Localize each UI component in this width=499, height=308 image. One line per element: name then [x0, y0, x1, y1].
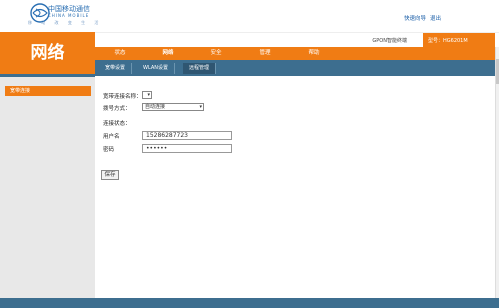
top-header: 中国移动通信 CHINA MOBILE 移 动 改 变 生 活 快速向导 退出: [0, 0, 499, 32]
conn-status-label: 连接状态：: [103, 121, 131, 127]
username-label: 用户名: [103, 134, 120, 140]
device-type-label: GPON智能终端: [372, 38, 407, 44]
save-button[interactable]: 保存: [101, 170, 119, 180]
top-links: 快速向导 退出: [400, 14, 441, 22]
chevron-down-icon: ▾: [147, 92, 150, 98]
sidebar: 宽带连接: [0, 77, 95, 298]
password-label: 密码: [103, 147, 115, 153]
main-nav: 状态 网络 安全 管理 帮助: [95, 47, 495, 60]
brand-sub: CHINA MOBILE: [48, 13, 90, 18]
brand-slogan: 移 动 改 变 生 活: [28, 20, 103, 25]
dial-mode-value: 自动连接: [145, 104, 166, 110]
content-panel: 宽带连接名称： ▾ 拨号方式： 自动连接 ▾ 连接状态： 用户名 1528628…: [95, 76, 495, 298]
dial-mode-label: 拨号方式：: [103, 106, 131, 112]
conn-name-select[interactable]: ▾: [142, 91, 152, 99]
model-label: 型号：HG6201M: [423, 33, 495, 48]
logout-link[interactable]: 退出: [430, 16, 441, 22]
password-input[interactable]: ••••••: [142, 144, 232, 153]
conn-name-label: 宽带连接名称：: [103, 94, 142, 100]
footer-bar: [0, 298, 499, 308]
sub-nav: 宽带设置 WLAN设置 远程管理: [95, 60, 495, 76]
chevron-down-icon: ▾: [199, 104, 202, 110]
quick-guide-link[interactable]: 快速向导: [404, 16, 426, 22]
subtab-remote[interactable]: 远程管理: [183, 63, 217, 74]
tab-security[interactable]: 安全: [196, 47, 236, 60]
sidebar-item-broadband-connection[interactable]: 宽带连接: [5, 86, 91, 96]
subtab-broadband[interactable]: 宽带设置: [99, 63, 133, 74]
section-title: 网络: [0, 32, 95, 74]
scrollbar[interactable]: [495, 47, 499, 298]
gpon-bar: GPON智能终端 型号：HG6201M: [95, 32, 499, 48]
tab-status[interactable]: 状态: [100, 47, 140, 60]
dial-mode-select[interactable]: 自动连接 ▾: [142, 103, 204, 111]
subtab-wlan[interactable]: WLAN设置: [137, 63, 176, 74]
tab-help[interactable]: 帮助: [294, 47, 334, 60]
tab-network[interactable]: 网络: [148, 47, 188, 60]
username-input[interactable]: 15286287723: [142, 131, 232, 140]
tab-management[interactable]: 管理: [245, 47, 285, 60]
